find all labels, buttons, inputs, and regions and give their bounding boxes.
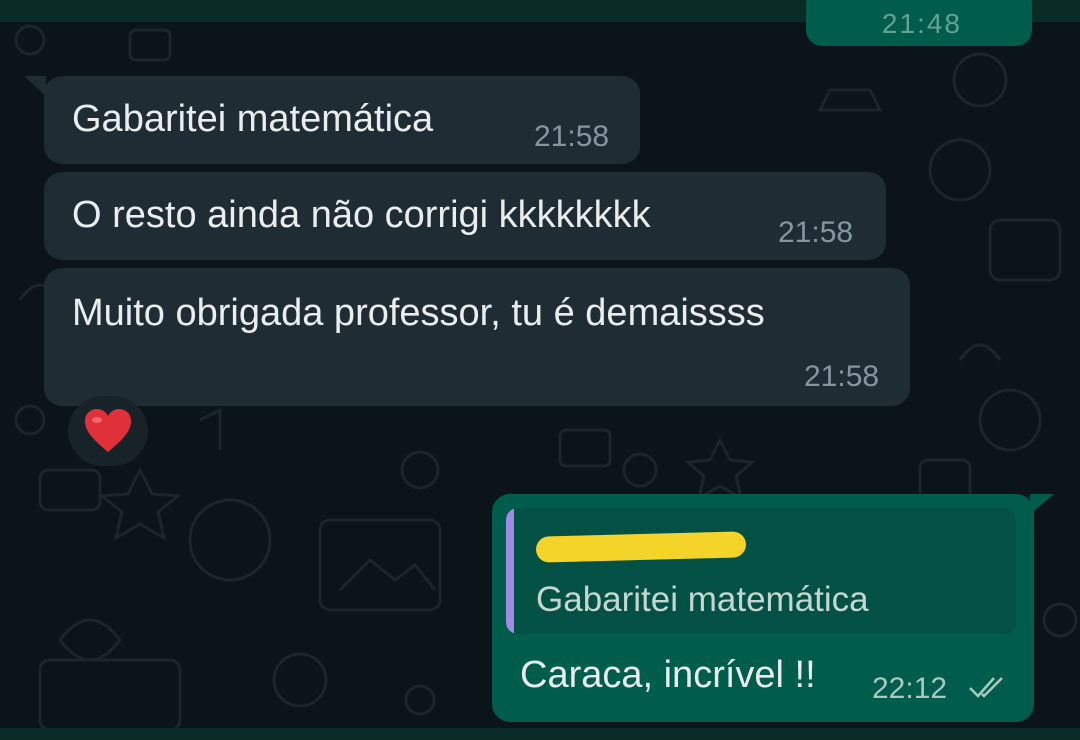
quote-accent-bar — [506, 508, 514, 634]
message-text: Caraca, incrível !! — [520, 654, 816, 696]
message-time: 22:12 — [872, 672, 948, 705]
incoming-bubble-tail — [24, 76, 46, 96]
message-text: Gabaritei matemática — [72, 98, 434, 140]
quoted-message[interactable]: Gabaritei matemática — [506, 508, 1016, 634]
incoming-message-bubble[interactable]: Muito obrigada professor, tu é demaissss… — [44, 268, 910, 406]
incoming-message-bubble[interactable]: O resto ainda não corrigi kkkkkkkk 21:58 — [44, 172, 886, 260]
bottom-strip — [0, 728, 1080, 740]
message-text: Muito obrigada professor, tu é demaissss — [72, 292, 765, 334]
message-reaction[interactable] — [68, 396, 148, 466]
quoted-message-text: Gabaritei matemática — [536, 580, 869, 619]
outgoing-message-bubble[interactable]: Gabaritei matemática Caraca, incrível !!… — [492, 494, 1034, 722]
message-time: 21:58 — [534, 120, 610, 153]
quoted-author-redacted — [535, 531, 747, 563]
red-heart-icon — [85, 409, 131, 452]
previous-outgoing-bubble[interactable]: 21:48 — [806, 0, 1032, 46]
previous-message-time: 21:48 — [881, 8, 962, 39]
message-text: O resto ainda não corrigi kkkkkkkk — [72, 194, 651, 236]
incoming-message-bubble[interactable]: Gabaritei matemática 21:58 — [44, 76, 640, 164]
message-time: 21:58 — [804, 360, 880, 393]
message-time: 21:58 — [778, 216, 854, 249]
double-check-icon — [969, 677, 1003, 698]
